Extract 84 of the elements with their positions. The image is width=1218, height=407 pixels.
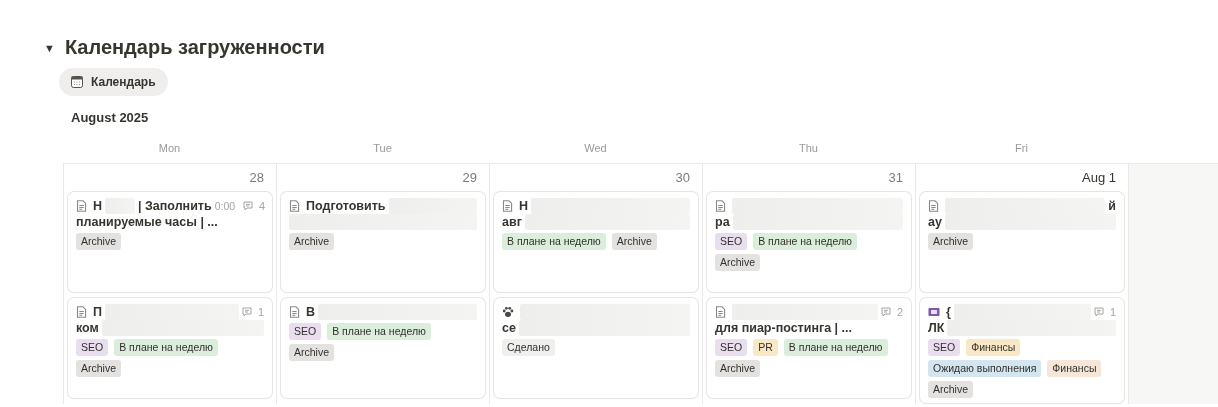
card-title: {: [946, 304, 951, 320]
collapse-toggle[interactable]: ▼: [44, 41, 55, 54]
comment-count: 1: [257, 305, 264, 320]
card-title: ком: [76, 320, 99, 336]
event-card[interactable]: Н | Заполнить 0:00 4 планируемые часы | ... Archive: [68, 192, 272, 292]
page-icon: [502, 200, 513, 212]
tag: SEO: [289, 323, 322, 340]
page-icon: [715, 306, 726, 318]
event-card[interactable]: 2 для пиар-постинга | ... SEO PR В плане на неделю Archive: [707, 298, 911, 398]
event-card[interactable]: Н авг В плане на неделю Archive: [494, 192, 698, 292]
tag: Archive: [715, 360, 760, 377]
tag: SEO: [715, 233, 748, 250]
event-card[interactable]: й ау Archive: [920, 192, 1124, 292]
page-icon: [76, 200, 87, 212]
comment-icon: [1093, 307, 1104, 317]
comment-icon: [880, 307, 891, 317]
card-title: | Заполнить: [138, 198, 212, 214]
tag: В плане на неделю: [114, 339, 218, 356]
event-card[interactable]: П 1 ком SEO В плане на неделю Archive: [68, 298, 272, 398]
weekday-label: Fri: [1015, 142, 1028, 154]
tag: Archive: [289, 344, 334, 361]
card-title: авг: [502, 214, 522, 230]
card-title: се: [502, 320, 516, 336]
page-icon: [715, 200, 726, 212]
weekday-label: Tue: [373, 142, 392, 154]
card-title: ра: [715, 214, 730, 230]
card-title: П: [93, 304, 102, 320]
tag: Финансы: [1047, 360, 1102, 377]
day-number: 30: [675, 170, 690, 185]
event-card[interactable]: ра SEO В плане на неделю Archive: [707, 192, 911, 292]
view-tab[interactable]: Календарь: [59, 68, 168, 96]
tag: Ожидаю выполнения: [928, 360, 1042, 377]
tag: Archive: [76, 233, 121, 250]
tag: В плане на неделю: [327, 323, 431, 340]
tag: SEO: [715, 339, 748, 356]
event-card[interactable]: В SEO В плане на неделю Archive: [281, 298, 485, 398]
page-icon: [289, 200, 300, 212]
paw-icon: [502, 306, 514, 318]
event-card[interactable]: { 1 ЛК SEO Финансы Ожидаю выполнения Финансы Archive: [920, 298, 1124, 403]
event-card[interactable]: се Сделано: [494, 298, 698, 398]
weekday-label: Mon: [158, 142, 181, 154]
card-title: Подготовить: [306, 198, 386, 214]
tag: Archive: [289, 233, 334, 250]
comment-icon: [241, 307, 252, 317]
card-title: планируемые часы | ...: [76, 214, 218, 230]
month-label: August 2025: [71, 110, 150, 127]
comment-count: 4: [259, 199, 266, 214]
tag: SEO: [76, 339, 109, 356]
time-label: 0:00: [214, 199, 236, 214]
weekday-label: Thu: [799, 142, 818, 154]
page-icon: [928, 200, 939, 212]
ticket-icon: [928, 307, 940, 317]
comment-count: 1: [1109, 305, 1116, 320]
card-title: Н: [519, 198, 529, 214]
tag: В плане на неделю: [502, 233, 606, 250]
tag: Archive: [611, 233, 657, 250]
tag: Archive: [76, 360, 121, 377]
tag: SEO: [928, 339, 961, 356]
comment-count: 2: [896, 305, 903, 320]
day-number: 28: [249, 170, 264, 185]
tag: Сделано: [502, 339, 555, 356]
day-number: Aug 1: [1082, 170, 1116, 185]
tag: В плане на неделю: [753, 233, 857, 250]
tag: Archive: [928, 233, 973, 250]
card-title: для пиар-постинга | ...: [715, 320, 852, 336]
weekday-label: Wed: [584, 142, 607, 154]
section-title: Календарь загруженности: [64, 36, 325, 59]
tag: Финансы: [966, 339, 1021, 356]
tag: Archive: [715, 254, 760, 271]
card-title: В: [306, 304, 316, 320]
page-icon: [76, 306, 87, 318]
card-title: й: [1108, 198, 1116, 214]
comment-icon: [243, 201, 254, 211]
card-title: ЛК: [928, 320, 945, 336]
day-number: 31: [888, 170, 903, 185]
day-number: 29: [462, 170, 477, 185]
tag: В плане на неделю: [783, 339, 888, 356]
tag: PR: [753, 339, 778, 356]
calendar-icon: [71, 76, 83, 88]
page-icon: [289, 306, 300, 318]
event-card[interactable]: Подготовить Archive: [281, 192, 485, 292]
card-title: ау: [928, 214, 942, 230]
tag: Archive: [928, 381, 973, 398]
card-title: Н: [93, 198, 103, 214]
